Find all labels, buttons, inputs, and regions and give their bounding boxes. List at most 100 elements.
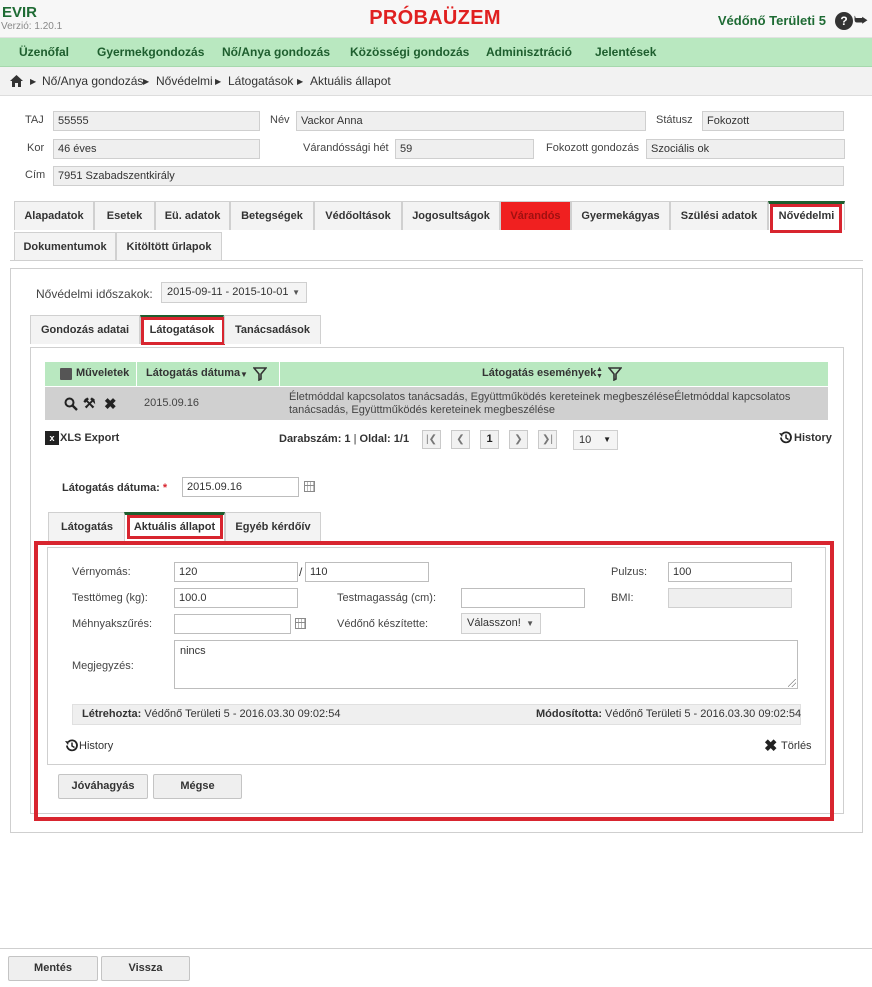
nav-item-gyermekgondozas[interactable]: Gyermekgondozás xyxy=(97,45,204,59)
sort-down-icon[interactable]: ▼ xyxy=(240,370,248,379)
nav-item-jelentesek[interactable]: Jelentések xyxy=(595,45,656,59)
periods-select[interactable]: 2015-09-11 - 2015-10-01 ▼ xyxy=(161,282,307,303)
tab-latogatas[interactable]: Látogatás xyxy=(48,512,126,541)
weight-input[interactable]: 100.0 xyxy=(174,588,298,608)
bp-systolic-input[interactable]: 120 xyxy=(174,562,298,582)
next-page-button[interactable]: ❯ xyxy=(509,430,528,449)
col-visit-events[interactable]: Látogatás események xyxy=(482,367,596,379)
nav-item-kozossegi-gondozas[interactable]: Közösségi gondozás xyxy=(350,45,469,59)
created-label: Létrehozta: xyxy=(82,708,142,720)
age-label: Kor xyxy=(27,142,45,154)
page-size-select[interactable]: 10 ▼ xyxy=(573,430,618,450)
tab-gondozas-adatai[interactable]: Gondozás adatai xyxy=(30,315,140,344)
close-icon[interactable]: ✖ xyxy=(104,395,117,413)
increased-care-field: Szociális ok xyxy=(646,139,845,159)
approve-button[interactable]: Jóváhagyás xyxy=(58,774,148,799)
tab-highlight xyxy=(770,204,842,233)
height-label: Testmagasság (cm): xyxy=(337,592,437,604)
last-page-button[interactable]: ❯| xyxy=(538,430,557,449)
breadcrumb-item[interactable]: Látogatások xyxy=(228,74,293,88)
prev-page-button[interactable]: ❮ xyxy=(451,430,470,449)
visit-date-input[interactable]: 2015.09.16 xyxy=(182,477,299,497)
age-field: 46 éves xyxy=(53,139,260,159)
search-icon[interactable] xyxy=(64,397,78,411)
back-button[interactable]: Vissza xyxy=(101,956,190,981)
filter-icon[interactable] xyxy=(608,367,622,381)
blood-pressure-label: Vérnyomás: xyxy=(72,566,131,578)
filter-icon[interactable] xyxy=(253,367,267,381)
grid-history-link[interactable]: History xyxy=(794,432,832,444)
tab-betegsegek[interactable]: Betegségek xyxy=(230,201,314,230)
first-page-button[interactable]: |❮ xyxy=(422,430,441,449)
nav-item-adminisztracio[interactable]: Adminisztráció xyxy=(486,45,572,59)
bp-diastolic-input[interactable]: 110 xyxy=(305,562,429,582)
footer-divider xyxy=(0,948,872,949)
excel-icon[interactable]: x xyxy=(45,431,59,445)
pulse-input[interactable]: 100 xyxy=(668,562,792,582)
document-icon xyxy=(60,368,72,380)
current-page[interactable]: 1 xyxy=(480,430,499,449)
pulse-label: Pulzus: xyxy=(611,566,648,578)
nurse-made-select[interactable]: Válasszon! ▼ xyxy=(461,613,541,634)
history-icon[interactable] xyxy=(778,430,793,445)
bmi-field xyxy=(668,588,792,608)
created-value: Védőnő Területi 5 - 2016.03.30 09:02:54 xyxy=(144,708,341,720)
count-value: 1 xyxy=(344,433,351,445)
calendar-icon[interactable] xyxy=(295,618,306,629)
tab-jogosultsagok[interactable]: Jogosultságok xyxy=(402,201,500,230)
tab-varandos[interactable]: Várandós xyxy=(500,201,571,230)
tab-gyermekagyas[interactable]: Gyermekágyas xyxy=(571,201,670,230)
tab-kitoltott-urlapok[interactable]: Kitöltött űrlapok xyxy=(116,232,222,261)
nav-item-uzenofal[interactable]: Üzenőfal xyxy=(19,45,69,59)
tab-vedooltasok[interactable]: Védőoltások xyxy=(314,201,402,230)
visit-date-label-text: Látogatás dátuma: xyxy=(62,482,160,494)
cancel-button[interactable]: Mégse xyxy=(153,774,242,799)
col-visit-date[interactable]: Látogatás dátuma xyxy=(146,367,240,379)
breadcrumb-item[interactable]: Nővédelmi xyxy=(156,74,213,88)
tab-tanacsadasok[interactable]: Tanácsadások xyxy=(224,315,321,344)
test-banner: PRÓBAÜZEM xyxy=(369,7,501,29)
help-icon[interactable]: ? xyxy=(835,12,853,30)
state-history-link[interactable]: History xyxy=(79,740,113,752)
tools-icon[interactable]: ⚒ xyxy=(83,395,96,412)
cervical-screening-input[interactable] xyxy=(174,614,291,634)
tab-divider xyxy=(10,260,863,261)
height-input[interactable] xyxy=(461,588,585,608)
resize-handle-icon[interactable] xyxy=(788,679,796,687)
caret-down-icon: ▼ xyxy=(292,288,300,297)
tab-dokumentumok[interactable]: Dokumentumok xyxy=(14,232,116,261)
modified-label: Módosította: xyxy=(536,708,602,720)
tab-alapadatok[interactable]: Alapadatok xyxy=(14,201,94,230)
periods-label: Nővédelmi időszakok: xyxy=(36,287,153,301)
save-button[interactable]: Mentés xyxy=(8,956,98,981)
required-mark: * xyxy=(162,482,168,494)
pregnancy-week-label: Várandóssági hét xyxy=(303,142,389,154)
nav-item-no-anya-gondozas[interactable]: Nő/Anya gondozás xyxy=(222,45,330,59)
created-info: Létrehozta: Védőnő Területi 5 - 2016.03.… xyxy=(82,708,340,720)
note-label: Megjegyzés: xyxy=(72,660,134,672)
note-textarea[interactable]: nincs xyxy=(174,640,798,689)
home-icon[interactable] xyxy=(10,75,23,87)
tab-szulesi-adatok[interactable]: Szülési adatok xyxy=(670,201,768,230)
breadcrumb-item-current: Aktuális állapot xyxy=(310,74,391,88)
calendar-icon[interactable] xyxy=(304,481,315,492)
tab-esetek[interactable]: Esetek xyxy=(94,201,155,230)
status-field: Fokozott xyxy=(702,111,844,131)
user-name[interactable]: Védőnő Területi 5 xyxy=(718,13,826,28)
row-visit-events: Életmóddal kapcsolatos tanácsadás, Együt… xyxy=(289,391,791,416)
page-label: Oldal: xyxy=(359,433,391,445)
weight-label: Testtömeg (kg): xyxy=(72,592,148,604)
logout-icon[interactable]: ⮩ xyxy=(853,12,869,29)
xls-export-link[interactable]: XLS Export xyxy=(60,432,119,444)
tab-egyeb-kerdoiv[interactable]: Egyéb kérdőív xyxy=(225,512,321,541)
increased-care-label: Fokozott gondozás xyxy=(546,142,639,154)
taj-label: TAJ xyxy=(25,114,44,126)
delete-link[interactable]: Törlés xyxy=(781,740,812,752)
tab-eu-adatok[interactable]: Eü. adatok xyxy=(155,201,230,230)
sort-both-icon[interactable]: ▲ ▼ xyxy=(596,366,603,380)
chevron-right-icon: ▶ xyxy=(215,77,222,86)
breadcrumb-item[interactable]: Nő/Anya gondozás xyxy=(42,74,143,88)
app-name: EVIR xyxy=(2,4,38,21)
history-icon[interactable] xyxy=(64,738,79,753)
delete-icon[interactable]: ✖ xyxy=(764,736,777,756)
